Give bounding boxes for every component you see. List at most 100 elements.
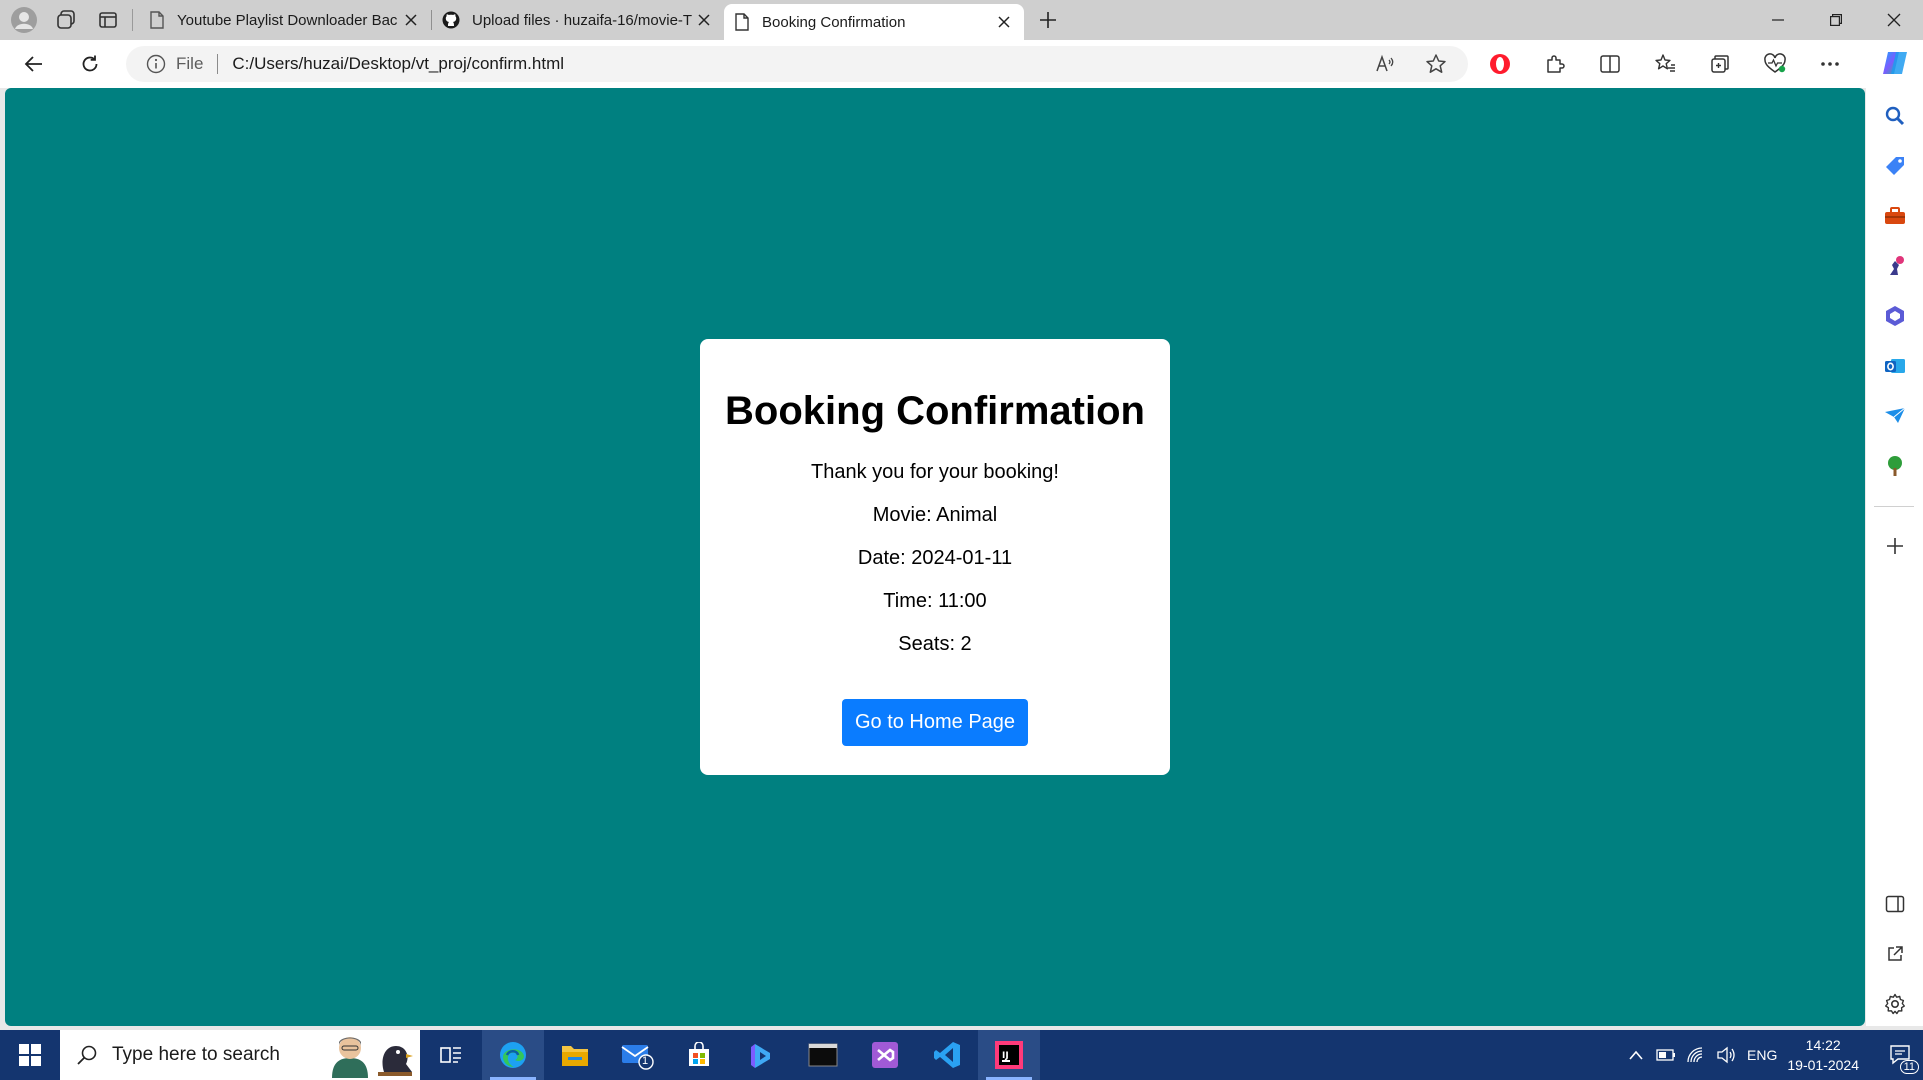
- close-icon: [405, 14, 417, 26]
- tab-youtube-downloader[interactable]: Youtube Playlist Downloader Bac: [139, 4, 431, 36]
- window-controls: [1749, 0, 1923, 40]
- scheme-label: File: [176, 54, 204, 73]
- seats-detail: Seats: 2: [898, 633, 972, 655]
- read-aloud-button[interactable]: [1366, 46, 1406, 82]
- split-screen-button[interactable]: [1590, 46, 1630, 82]
- address-bar[interactable]: File C:/Users/huzai/Desktop/vt_proj/conf…: [126, 46, 1468, 82]
- close-tab-button[interactable]: [994, 12, 1014, 32]
- opera-icon: [1490, 54, 1510, 74]
- notification-center-button[interactable]: 11: [1879, 1030, 1923, 1080]
- battery-button[interactable]: [1651, 1049, 1681, 1061]
- taskbar-store[interactable]: [668, 1030, 730, 1080]
- sidebar-shopping-button[interactable]: [1883, 154, 1907, 178]
- toolbar-actions: [1480, 46, 1850, 82]
- clock-time: 14:22: [1805, 1037, 1841, 1053]
- battery-icon: [1656, 1049, 1676, 1061]
- hide-sidebar-button[interactable]: [1883, 892, 1907, 916]
- taskbar-search-box[interactable]: Type here to search: [60, 1030, 420, 1080]
- sidebar-search-button[interactable]: [1883, 104, 1907, 128]
- vertical-tabs-icon: [99, 12, 117, 28]
- minimize-button[interactable]: [1749, 0, 1807, 40]
- page-viewport: Booking Confirmation Thank you for your …: [5, 88, 1865, 1026]
- language-indicator[interactable]: ENG: [1747, 1047, 1777, 1063]
- taskbar-visual-studio[interactable]: [854, 1030, 916, 1080]
- search-placeholder: Type here to search: [112, 1044, 280, 1065]
- close-tab-button[interactable]: [401, 10, 421, 30]
- address-separator: [217, 54, 219, 74]
- profile-icon: [11, 7, 37, 33]
- profile-button[interactable]: [6, 4, 42, 36]
- visual-studio-icon: [872, 1042, 898, 1068]
- browser-essentials-button[interactable]: [1755, 46, 1795, 82]
- favorites-icon: [1655, 54, 1675, 72]
- taskbar-intellij[interactable]: IJ: [978, 1030, 1040, 1080]
- taskbar-mail[interactable]: 1: [606, 1030, 668, 1080]
- tree-icon: [1888, 456, 1902, 476]
- extensions-button[interactable]: [1535, 46, 1575, 82]
- network-button[interactable]: [1681, 1046, 1711, 1064]
- taskbar-copilot[interactable]: [730, 1030, 792, 1080]
- intellij-icon: IJ: [995, 1041, 1023, 1069]
- sidebar-separator: [1874, 506, 1914, 507]
- browser-toolbar: File C:/Users/huzai/Desktop/vt_proj/conf…: [0, 40, 1923, 88]
- taskbar-terminal[interactable]: [792, 1030, 854, 1080]
- clock-date: 19-01-2024: [1787, 1057, 1859, 1073]
- tools-icon: [1885, 207, 1905, 224]
- file-explorer-icon: [562, 1046, 588, 1066]
- tab-booking-confirmation[interactable]: Booking Confirmation: [724, 4, 1024, 40]
- refresh-button[interactable]: [70, 46, 110, 82]
- back-button[interactable]: [14, 46, 54, 82]
- sidebar-m365-button[interactable]: [1883, 304, 1907, 328]
- url-text[interactable]: C:/Users/huzai/Desktop/vt_proj/confirm.h…: [232, 54, 564, 74]
- mail-badge: 1: [642, 1055, 649, 1067]
- opera-extension-button[interactable]: [1480, 46, 1520, 82]
- sidebar-tools-button[interactable]: [1883, 204, 1907, 228]
- site-info-button[interactable]: File: [146, 54, 203, 74]
- terminal-icon: [808, 1043, 838, 1067]
- sidebar-settings-button[interactable]: [1883, 992, 1907, 1016]
- store-icon: [689, 1042, 709, 1066]
- sidebar-outlook-button[interactable]: [1883, 354, 1907, 378]
- outlook-icon: [1885, 359, 1905, 373]
- start-button[interactable]: [0, 1030, 60, 1080]
- movie-detail: Movie: Animal: [872, 504, 998, 526]
- tab-title: Youtube Playlist Downloader Bac: [177, 11, 398, 29]
- open-in-window-button[interactable]: [1883, 942, 1907, 966]
- edge-icon: [500, 1042, 526, 1068]
- favorite-star-button[interactable]: [1416, 46, 1456, 82]
- workspaces-button[interactable]: [48, 4, 84, 36]
- close-icon: [698, 14, 710, 26]
- sidebar-add-button[interactable]: [1883, 534, 1907, 558]
- workspaces-icon: [57, 10, 75, 29]
- favorites-button[interactable]: [1645, 46, 1685, 82]
- taskbar-vscode[interactable]: [916, 1030, 978, 1080]
- vertical-tabs-button[interactable]: [90, 4, 126, 36]
- more-icon: [1821, 62, 1839, 66]
- task-view-button[interactable]: [420, 1030, 482, 1080]
- close-window-button[interactable]: [1865, 0, 1923, 40]
- notification-count: 11: [1899, 1060, 1919, 1074]
- games-icon: [1890, 256, 1904, 275]
- search-highlight-illustration-icon: [332, 1037, 413, 1078]
- show-hidden-icons-button[interactable]: [1621, 1050, 1651, 1060]
- system-tray: ENG 14:22 19-01-2024 11: [1621, 1030, 1923, 1080]
- sidebar-games-button[interactable]: [1883, 254, 1907, 278]
- sidebar-drop-button[interactable]: [1883, 404, 1907, 428]
- settings-more-button[interactable]: [1810, 46, 1850, 82]
- collections-button[interactable]: [1700, 46, 1740, 82]
- clock[interactable]: 14:22 19-01-2024: [1787, 1035, 1859, 1075]
- tab-github-upload[interactable]: Upload files · huzaifa-16/movie-T: [432, 4, 724, 36]
- speaker-icon: [1717, 1046, 1735, 1064]
- copilot-button[interactable]: [1880, 48, 1910, 78]
- new-tab-button[interactable]: [1030, 4, 1066, 36]
- close-tab-button[interactable]: [694, 10, 714, 30]
- sidebar-tree-button[interactable]: [1883, 454, 1907, 478]
- volume-button[interactable]: [1711, 1046, 1741, 1064]
- page-icon: [735, 13, 749, 31]
- taskbar-edge[interactable]: [482, 1030, 544, 1080]
- add-icon: [1887, 538, 1903, 554]
- go-home-button[interactable]: Go to Home Page: [841, 699, 1029, 746]
- restore-button[interactable]: [1807, 0, 1865, 40]
- taskbar-file-explorer[interactable]: [544, 1030, 606, 1080]
- back-arrow-icon: [24, 56, 42, 72]
